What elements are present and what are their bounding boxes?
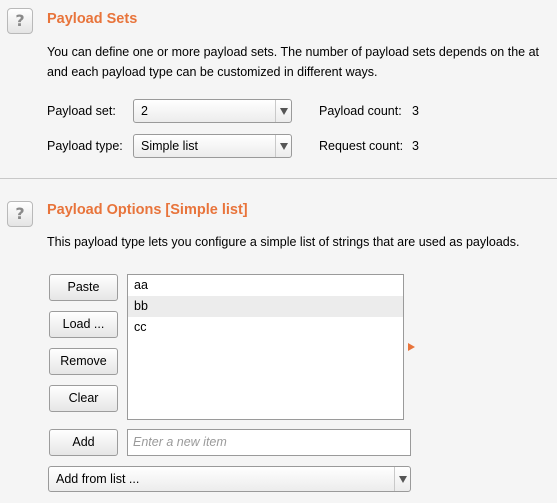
payload-count-label: Payload count: xyxy=(319,104,402,118)
payload-sets-title: Payload Sets xyxy=(47,11,138,27)
chevron-down-icon[interactable] xyxy=(394,467,410,491)
help-icon[interactable]: ? xyxy=(7,201,33,227)
list-item[interactable]: cc xyxy=(128,317,403,338)
new-item-input[interactable]: Enter a new item xyxy=(127,429,411,456)
load-button[interactable]: Load ... xyxy=(49,311,118,338)
help-icon[interactable]: ? xyxy=(7,8,33,34)
payload-options-description: This payload type lets you configure a s… xyxy=(47,235,520,249)
payload-set-select[interactable]: 2 xyxy=(133,99,292,123)
payload-type-label: Payload type: xyxy=(47,139,123,153)
payload-options-title: Payload Options [Simple list] xyxy=(47,202,248,218)
payload-sets-description-line1: You can define one or more payload sets.… xyxy=(47,45,540,59)
payload-set-value: 2 xyxy=(141,104,148,118)
list-item[interactable]: bb xyxy=(128,296,403,317)
paste-button[interactable]: Paste xyxy=(49,274,118,301)
payload-list[interactable]: aa bb cc xyxy=(127,274,404,420)
section-divider xyxy=(0,178,557,179)
payload-type-select[interactable]: Simple list xyxy=(133,134,292,158)
clear-button[interactable]: Clear xyxy=(49,385,118,412)
payload-set-label: Payload set: xyxy=(47,104,116,118)
add-from-list-label: Add from list ... xyxy=(56,472,140,486)
payload-type-value: Simple list xyxy=(141,139,198,153)
remove-button[interactable]: Remove xyxy=(49,348,118,375)
request-count-value: 3 xyxy=(412,139,419,153)
payload-sets-description-line2: and each payload type can be customized … xyxy=(47,65,378,79)
add-from-list-select[interactable]: Add from list ... xyxy=(48,466,411,492)
chevron-down-icon[interactable] xyxy=(275,135,291,157)
payload-count-value: 3 xyxy=(412,104,419,118)
chevron-down-icon[interactable] xyxy=(275,100,291,122)
expand-arrow-icon[interactable] xyxy=(408,343,415,351)
add-button[interactable]: Add xyxy=(49,429,118,456)
request-count-label: Request count: xyxy=(319,139,404,153)
list-item[interactable]: aa xyxy=(128,275,403,296)
